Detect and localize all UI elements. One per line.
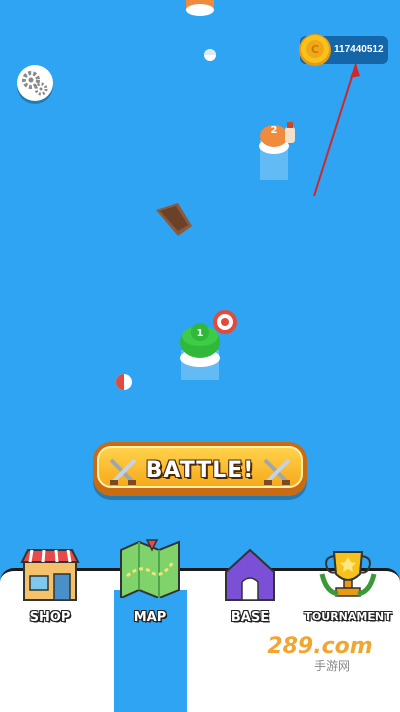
- shop-icon: [20, 549, 80, 601]
- nav-label-shop: SHOP: [29, 610, 71, 625]
- beach-ball-icon: [116, 374, 132, 390]
- watermark-brand: 289.com: [267, 634, 373, 659]
- map-icon: [120, 539, 180, 598]
- target-marker-icon: [213, 310, 237, 334]
- trophy-icon: [319, 551, 377, 597]
- boat-icon[interactable]: [156, 203, 192, 236]
- battle-button-face: BATTLE!: [97, 446, 303, 488]
- buoy-icon: [204, 49, 216, 61]
- island-1-number: 1: [197, 328, 204, 339]
- nav-label-map: MAP: [133, 610, 167, 625]
- nav-label-base: BASE: [230, 610, 270, 625]
- annotation-arrow: [313, 63, 360, 197]
- island-2-number: 2: [271, 125, 278, 136]
- svg-text:C: C: [311, 43, 319, 56]
- watermark-subtitle: 手游网: [313, 659, 350, 673]
- nav-item-map[interactable]: MAP: [100, 536, 200, 646]
- coin-icon: C: [299, 34, 331, 66]
- coin-amount: 117440512: [334, 44, 384, 55]
- nav-item-shop[interactable]: SHOP: [0, 540, 100, 650]
- battle-button[interactable]: BATTLE!: [93, 442, 307, 496]
- crossed-swords-icon: [263, 458, 291, 485]
- battle-label: BATTLE!: [145, 458, 255, 483]
- settings-button[interactable]: [17, 65, 53, 101]
- nav-label-tournament: TOURNAMENT: [304, 610, 392, 623]
- home-icon: [225, 548, 275, 601]
- crossed-swords-icon: [109, 458, 137, 485]
- island-top-partial[interactable]: [186, 0, 214, 16]
- gear-icon: [22, 71, 48, 96]
